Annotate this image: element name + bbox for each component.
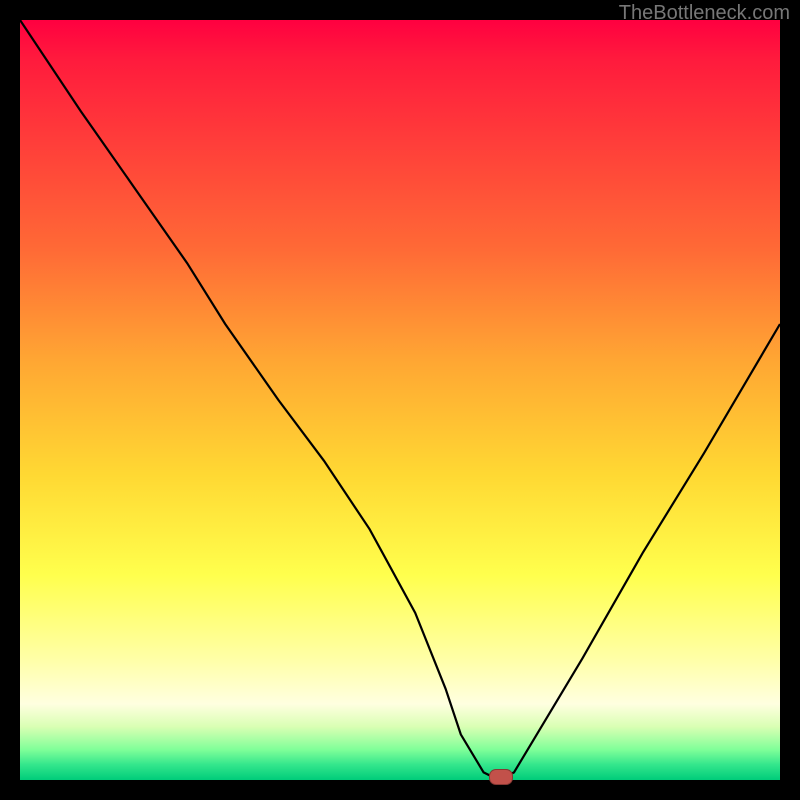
plot-background-gradient [20,20,780,780]
optimal-marker [489,769,513,785]
chart-container: TheBottleneck.com [0,0,800,800]
watermark-text: TheBottleneck.com [619,2,790,25]
